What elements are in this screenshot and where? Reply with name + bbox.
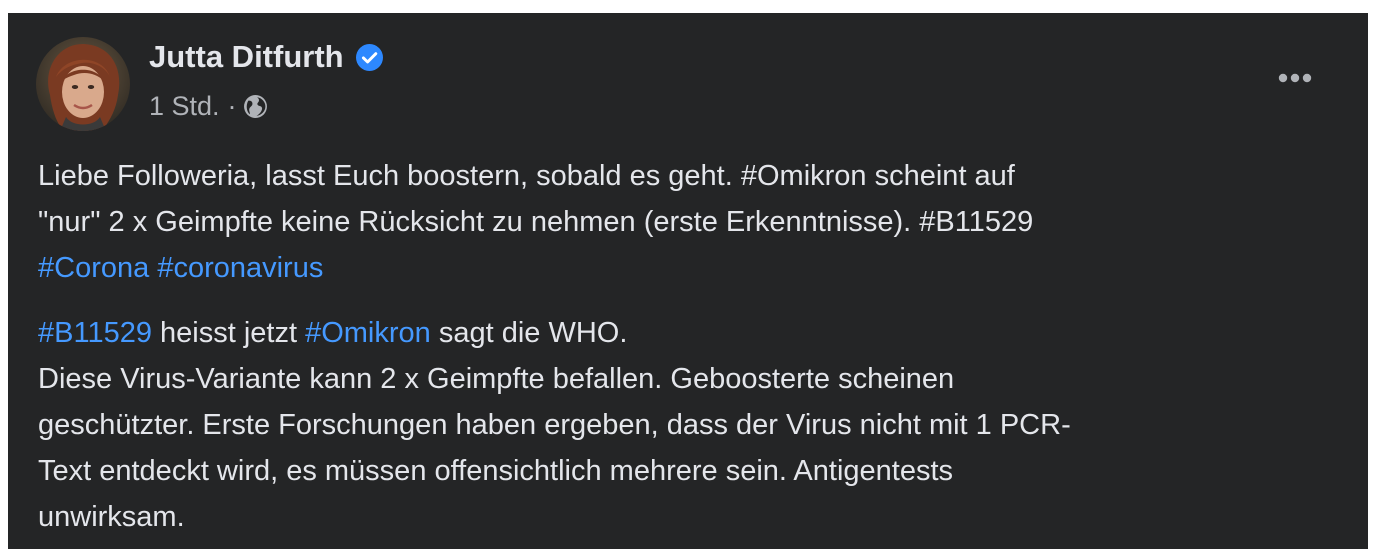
- post-meta: 1 Std. ·: [149, 91, 268, 122]
- author-name[interactable]: Jutta Ditfurth: [149, 39, 344, 75]
- paragraph-2-line-4: Text entdeckt wird, es müssen offensicht…: [38, 455, 954, 487]
- meta-separator: ·: [227, 91, 237, 121]
- paragraph-1-line-1: Liebe Followeria, lasst Euch boostern, s…: [38, 160, 1015, 192]
- verified-badge-icon: [355, 43, 383, 71]
- paragraph-2-text-2: sagt die WHO.: [430, 317, 628, 349]
- globe-icon[interactable]: [243, 94, 268, 119]
- avatar-photo: [36, 37, 130, 131]
- paragraph-2-line-2: Diese Virus-Variante kann 2 x Geimpfte b…: [38, 363, 955, 395]
- more-options-button[interactable]: [1270, 61, 1320, 95]
- paragraph-1-line-2: "nur" 2 x Geimpfte keine Rücksicht zu ne…: [38, 206, 1034, 238]
- paragraph-2-line-5: unwirksam.: [38, 501, 185, 533]
- post-paragraph-2: #B11529 heisst jetzt #Omikron sagt die W…: [38, 310, 1338, 540]
- hashtag-b11529[interactable]: #B11529: [38, 317, 152, 349]
- hashtag-coronavirus[interactable]: #coronavirus: [157, 252, 323, 284]
- hashtag-omikron[interactable]: #Omikron: [305, 317, 431, 349]
- post-paragraph-1: Liebe Followeria, lasst Euch boostern, s…: [38, 153, 1338, 291]
- author-avatar[interactable]: [36, 37, 130, 131]
- more-options-icon: [1278, 73, 1312, 83]
- facebook-post-card: Jutta Ditfurth 1 Std. · Liebe Followeria…: [8, 13, 1368, 549]
- author-name-link[interactable]: Jutta Ditfurth: [149, 39, 383, 75]
- paragraph-2-text-1: heisst jetzt: [151, 317, 306, 349]
- post-timestamp[interactable]: 1 Std.: [149, 91, 220, 122]
- post-body: Liebe Followeria, lasst Euch boostern, s…: [38, 153, 1338, 540]
- paragraph-2-line-3: geschützter. Erste Forschungen haben erg…: [38, 409, 1071, 441]
- hashtag-corona[interactable]: #Corona: [38, 252, 149, 284]
